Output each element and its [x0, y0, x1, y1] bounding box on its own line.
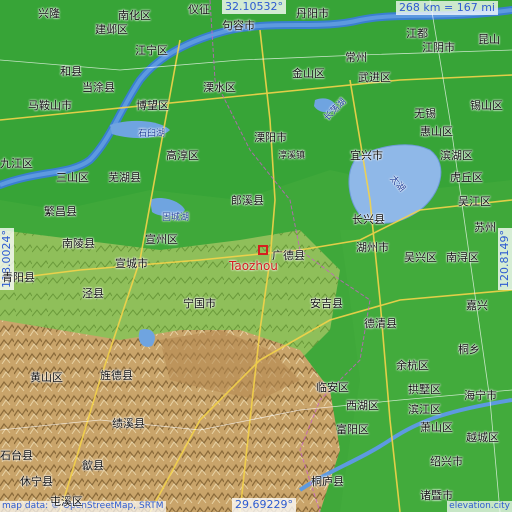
place-guangde: 广德县	[272, 249, 305, 262]
place-huzhou: 湖州市	[356, 241, 389, 254]
place-nanxun: 南浔区	[446, 251, 479, 264]
place-xiuning: 休宁县	[20, 475, 53, 488]
place-liyang: 溧阳市	[254, 131, 287, 144]
place-dangtu: 当涂县	[82, 81, 115, 94]
scale-label: 268 km = 167 mi	[395, 1, 498, 15]
place-hexian: 和县	[60, 65, 82, 78]
place-danyang: 丹阳市	[296, 7, 329, 20]
place-changzhou: 常州	[345, 51, 367, 64]
place-deqing: 德清县	[364, 317, 397, 330]
place-jinshan: 金山区	[292, 67, 325, 80]
longitude-right-label: 120.8149°	[498, 228, 512, 290]
place-wuxing: 吴兴区	[404, 251, 437, 264]
place-wujin: 武进区	[358, 71, 391, 84]
place-jiaxing: 嘉兴	[466, 299, 488, 312]
map-viewport[interactable]: 32.10532° 29.69229° 118.0024° 120.8149° …	[0, 0, 512, 512]
target-location-label[interactable]: Taozhou	[229, 260, 278, 273]
place-tongxiang: 桐乡	[458, 343, 480, 356]
place-huqiu: 虎丘区	[450, 171, 483, 184]
place-yizheng: 仪征	[188, 3, 210, 16]
place-maanshan: 马鞍山市	[28, 99, 72, 112]
latitude-bottom-label: 29.69229°	[232, 498, 296, 512]
place-jingde: 旌德县	[100, 369, 133, 382]
place-wuxi: 无锡	[414, 107, 436, 120]
place-gaochun: 高淳区	[166, 149, 199, 162]
place-binjiang: 滨江区	[408, 403, 441, 416]
place-fuyang: 富阳区	[336, 423, 369, 436]
place-shaoxing: 绍兴市	[430, 455, 463, 468]
place-yuecheng: 越城区	[466, 431, 499, 444]
place-jingxian: 泾县	[82, 287, 104, 300]
place-tonglu: 桐庐县	[311, 475, 344, 488]
place-gaochun-town: 淳溪镇	[278, 151, 306, 161]
place-shexian: 歙县	[82, 459, 104, 472]
place-wujiang: 吴江区	[458, 195, 491, 208]
place-jiangyin: 江阴市	[422, 41, 455, 54]
place-xishan: 锡山区	[470, 99, 503, 112]
place-anji: 安吉县	[310, 297, 343, 310]
place-suzhou: 苏州	[474, 221, 496, 234]
place-nanjing-n: 南化区	[118, 9, 151, 22]
place-tunxi: 屯溪区	[50, 495, 83, 508]
place-kunshan: 昆山	[478, 33, 500, 46]
place-sanshan: 三山区	[56, 171, 89, 184]
place-jiangning: 江宁区	[135, 44, 168, 57]
place-lishui: 溧水区	[203, 81, 236, 94]
place-zhuji: 诸暨市	[420, 489, 453, 502]
place-bowang: 博望区	[136, 99, 169, 112]
place-huangshan: 黄山区	[30, 371, 63, 384]
place-huishan: 惠山区	[420, 125, 453, 138]
lake-shijiu-label: 石臼湖	[138, 129, 166, 139]
latitude-top-label: 32.10532°	[222, 0, 286, 14]
place-binhu: 滨湖区	[440, 149, 473, 162]
place-jixi: 绩溪县	[112, 417, 145, 430]
place-yixing: 宜兴市	[350, 149, 383, 162]
place-linan: 临安区	[316, 381, 349, 394]
attribution-right: elevation.city	[447, 501, 512, 512]
place-haining: 海宁市	[464, 389, 497, 402]
place-xuanzhou: 宣州区	[145, 233, 178, 246]
place-jiangdu: 江都	[406, 27, 428, 40]
place-langxi: 郎溪县	[231, 194, 264, 207]
lake-gucheng-label: 固城湖	[162, 213, 190, 223]
place-wuhu: 芜湖县	[108, 171, 141, 184]
place-xuancheng: 宣城市	[115, 257, 148, 270]
place-nanling: 南陵县	[62, 237, 95, 250]
place-xihu: 西湖区	[346, 399, 379, 412]
place-fanchang: 繁昌县	[44, 205, 77, 218]
place-jianye: 建邺区	[95, 23, 128, 36]
place-yuhang: 余杭区	[396, 359, 429, 372]
place-ningguo: 宁国市	[183, 297, 216, 310]
place-hangzhou: 拱墅区	[408, 383, 441, 396]
target-location-icon[interactable]	[257, 244, 269, 256]
place-shitai: 石台县	[0, 449, 33, 462]
place-qingyang: 青阳县	[2, 271, 35, 284]
place-changxing: 长兴县	[352, 213, 385, 226]
place-xinglong: 兴隆	[38, 7, 60, 20]
place-xiaoshan: 萧山区	[420, 421, 453, 434]
place-jurong: 句容市	[222, 19, 255, 32]
place-jiujiang: 九江区	[0, 157, 33, 170]
